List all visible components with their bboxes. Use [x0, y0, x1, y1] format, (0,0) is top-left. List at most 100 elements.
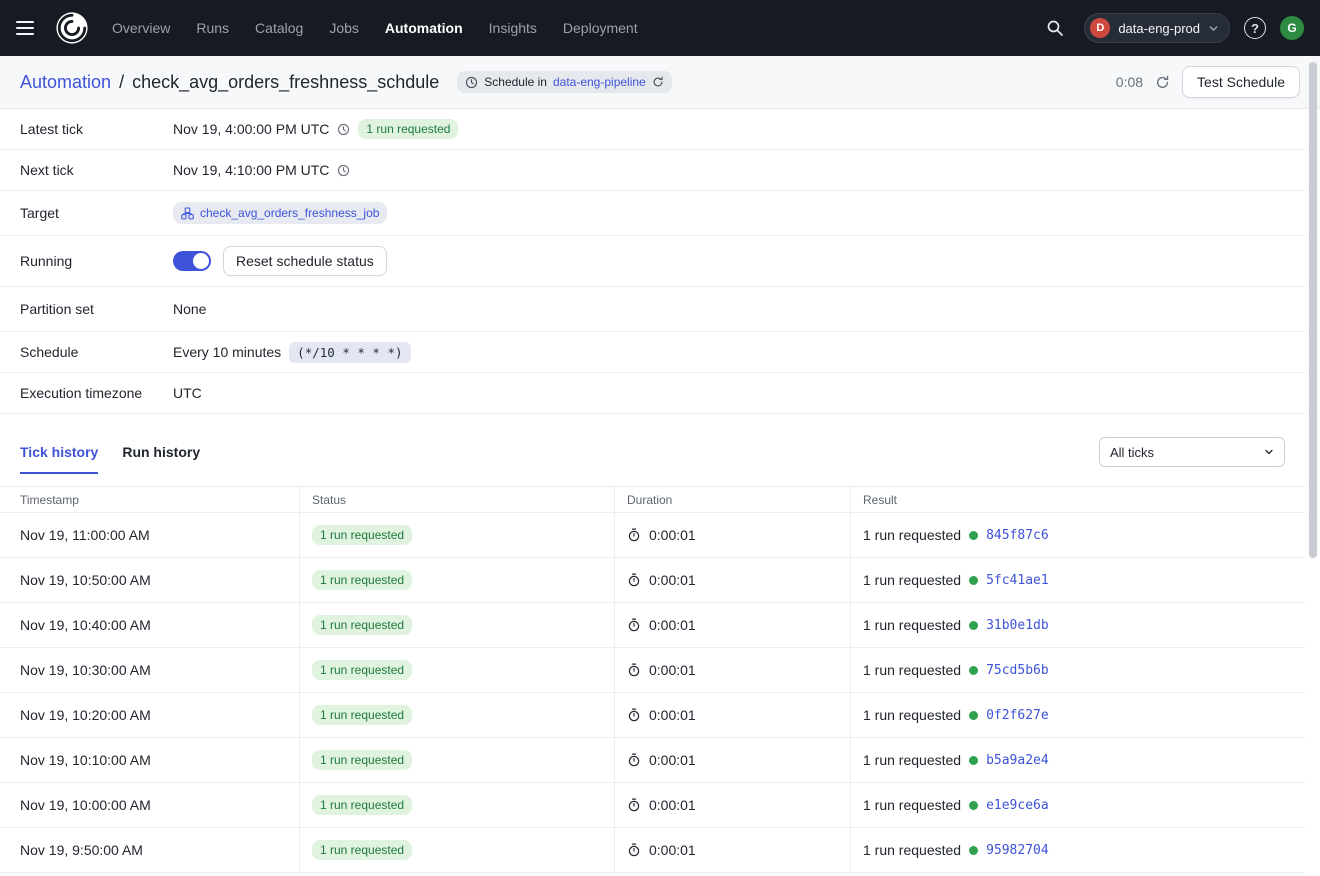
clock-icon	[337, 123, 350, 136]
col-header-result: Result	[850, 487, 1305, 512]
menu-button[interactable]	[16, 16, 40, 40]
tick-row: Nov 19, 11:00:00 AM 1 run requested 0:00…	[0, 513, 1305, 558]
stopwatch-icon	[627, 708, 641, 722]
tick-history-table: Timestamp Status Duration Result Nov 19,…	[0, 486, 1305, 873]
nav-item-automation[interactable]: Automation	[385, 20, 463, 36]
result-text: 1 run requested	[863, 527, 961, 543]
status-badge: 1 run requested	[312, 795, 412, 815]
tick-row: Nov 19, 10:30:00 AM 1 run requested 0:00…	[0, 648, 1305, 693]
tick-timestamp: Nov 19, 10:20:00 AM	[0, 693, 299, 737]
tick-status-cell: 1 run requested	[299, 693, 614, 737]
tick-filter-value: All ticks	[1110, 445, 1154, 460]
col-header-timestamp: Timestamp	[0, 487, 299, 512]
status-badge: 1 run requested	[312, 525, 412, 545]
detail-value-next-tick: Nov 19, 4:10:00 PM UTC	[173, 162, 350, 178]
tick-result-cell: 1 run requested 75cd5b6b	[850, 648, 1305, 692]
next-tick-time: Nov 19, 4:10:00 PM UTC	[173, 162, 329, 178]
run-id-link[interactable]: 0f2f627e	[986, 708, 1049, 723]
schedule-interval-text: Every 10 minutes	[173, 344, 281, 360]
run-id-link[interactable]: b5a9a2e4	[986, 753, 1049, 768]
tab-run-history[interactable]: Run history	[122, 444, 200, 474]
refresh-icon[interactable]	[1155, 75, 1170, 90]
user-avatar[interactable]: G	[1280, 16, 1304, 40]
tick-filter-select[interactable]: All ticks	[1099, 437, 1285, 467]
stopwatch-icon	[627, 843, 641, 857]
running-toggle[interactable]	[173, 251, 211, 271]
schedule-location-badge: Schedule in data-eng-pipeline	[457, 71, 671, 93]
test-schedule-button[interactable]: Test Schedule	[1182, 66, 1300, 98]
detail-value-timezone: UTC	[173, 385, 202, 401]
detail-value-latest-tick: Nov 19, 4:00:00 PM UTC 1 run requested	[173, 119, 458, 139]
tick-duration-cell: 0:00:01	[614, 558, 850, 602]
run-id-link[interactable]: 5fc41ae1	[986, 573, 1049, 588]
nav-item-deployment[interactable]: Deployment	[563, 20, 638, 36]
detail-label-running: Running	[20, 253, 173, 269]
breadcrumb: Automation / check_avg_orders_freshness_…	[20, 71, 672, 93]
scrollbar[interactable]	[1309, 62, 1317, 558]
clock-icon	[465, 76, 478, 89]
reset-schedule-status-button[interactable]: Reset schedule status	[223, 246, 387, 276]
result-text: 1 run requested	[863, 842, 961, 858]
run-id-link[interactable]: 845f87c6	[986, 528, 1049, 543]
nav-item-overview[interactable]: Overview	[112, 20, 170, 36]
detail-value-target: check_avg_orders_freshness_job	[173, 202, 387, 224]
partition-set-value: None	[173, 301, 206, 317]
tick-result-cell: 1 run requested 0f2f627e	[850, 693, 1305, 737]
tick-row: Nov 19, 10:40:00 AM 1 run requested 0:00…	[0, 603, 1305, 648]
status-badge: 1 run requested	[312, 705, 412, 725]
run-id-link[interactable]: e1e9ce6a	[986, 798, 1049, 813]
detail-row-schedule: Schedule Every 10 minutes (*/10 * * * *)	[0, 332, 1305, 373]
tabs-bar: Tick history Run history All ticks	[0, 430, 1305, 474]
detail-value-partition-set: None	[173, 301, 206, 317]
reload-icon[interactable]	[652, 76, 664, 88]
dagster-logo[interactable]	[54, 10, 90, 46]
tick-result-cell: 1 run requested e1e9ce6a	[850, 783, 1305, 827]
result-text: 1 run requested	[863, 707, 961, 723]
tick-duration-cell: 0:00:01	[614, 783, 850, 827]
status-badge: 1 run requested	[312, 660, 412, 680]
deployment-switcher[interactable]: D data-eng-prod	[1084, 13, 1230, 43]
tab-tick-history[interactable]: Tick history	[20, 444, 98, 474]
run-id-link[interactable]: 95982704	[986, 843, 1049, 858]
nav-item-runs[interactable]: Runs	[196, 20, 229, 36]
run-status-dot	[969, 531, 978, 540]
detail-label-timezone: Execution timezone	[20, 385, 173, 401]
dagster-logo-icon	[55, 11, 89, 45]
result-text: 1 run requested	[863, 572, 961, 588]
help-button[interactable]: ?	[1244, 17, 1266, 39]
search-button[interactable]	[1040, 13, 1070, 43]
run-id-link[interactable]: 31b0e1db	[986, 618, 1049, 633]
run-id-link[interactable]: 75cd5b6b	[986, 663, 1049, 678]
deployment-badge: D	[1090, 18, 1110, 38]
breadcrumb-separator: /	[119, 72, 124, 93]
stopwatch-icon	[627, 618, 641, 632]
nav-item-catalog[interactable]: Catalog	[255, 20, 303, 36]
result-text: 1 run requested	[863, 617, 961, 633]
tick-duration-cell: 0:00:01	[614, 513, 850, 557]
target-job-link[interactable]: check_avg_orders_freshness_job	[173, 202, 387, 224]
clock-icon	[337, 164, 350, 177]
nav-item-jobs[interactable]: Jobs	[329, 20, 359, 36]
breadcrumb-automation-link[interactable]: Automation	[20, 72, 111, 93]
detail-row-running: Running Reset schedule status	[0, 236, 1305, 287]
run-status-dot	[969, 711, 978, 720]
tick-result-cell: 1 run requested 31b0e1db	[850, 603, 1305, 647]
tick-duration: 0:00:01	[649, 842, 696, 858]
tick-duration: 0:00:01	[649, 797, 696, 813]
tick-row: Nov 19, 10:10:00 AM 1 run requested 0:00…	[0, 738, 1305, 783]
tick-row: Nov 19, 10:50:00 AM 1 run requested 0:00…	[0, 558, 1305, 603]
tick-result-cell: 1 run requested b5a9a2e4	[850, 738, 1305, 782]
deployment-name: data-eng-prod	[1118, 21, 1200, 36]
nav-item-insights[interactable]: Insights	[489, 20, 537, 36]
tick-duration-cell: 0:00:01	[614, 738, 850, 782]
tick-duration-cell: 0:00:01	[614, 693, 850, 737]
job-icon	[181, 207, 194, 220]
code-location-link[interactable]: data-eng-pipeline	[553, 75, 646, 89]
tick-result-cell: 1 run requested 845f87c6	[850, 513, 1305, 557]
schedule-details: Latest tick Nov 19, 4:00:00 PM UTC 1 run…	[0, 109, 1305, 414]
tick-timestamp: Nov 19, 10:40:00 AM	[0, 603, 299, 647]
run-status-dot	[969, 801, 978, 810]
tick-result-cell: 1 run requested 5fc41ae1	[850, 558, 1305, 602]
run-status-dot	[969, 756, 978, 765]
detail-label-latest-tick: Latest tick	[20, 121, 173, 137]
